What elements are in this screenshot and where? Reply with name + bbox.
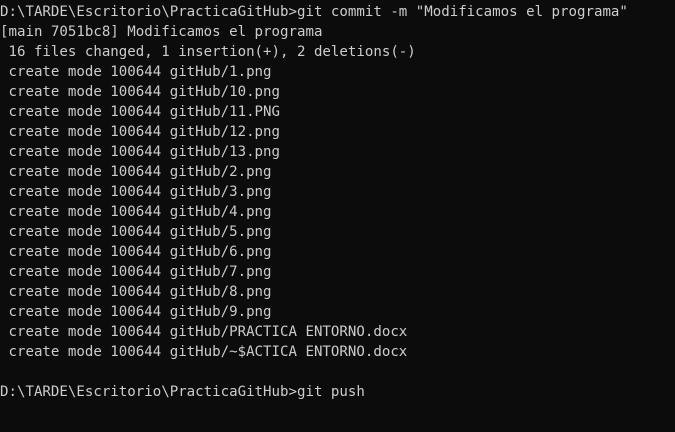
command-line[interactable]: D:\TARDE\Escritorio\PracticaGitHub>git p… xyxy=(0,382,675,402)
output-line: create mode 100644 gitHub/8.png xyxy=(0,284,272,300)
output-line: create mode 100644 gitHub/10.png xyxy=(0,84,281,100)
output-line: [main 7051bc8] Modificamos el programa xyxy=(0,24,323,40)
output-line: create mode 100644 gitHub/2.png xyxy=(0,164,272,180)
output-line: 16 files changed, 1 insertion(+), 2 dele… xyxy=(0,44,416,60)
output-line: create mode 100644 gitHub/1.png xyxy=(0,64,272,80)
output-line: create mode 100644 gitHub/4.png xyxy=(0,204,272,220)
output-line: create mode 100644 gitHub/3.png xyxy=(0,184,272,200)
output-line: create mode 100644 gitHub/9.png xyxy=(0,304,272,320)
output-line: create mode 100644 gitHub/5.png xyxy=(0,224,272,240)
output-line: create mode 100644 gitHub/PRACTICA ENTOR… xyxy=(0,324,408,340)
output-line: create mode 100644 gitHub/13.png xyxy=(0,144,281,160)
terminal-window[interactable]: D:\TARDE\Escritorio\PracticaGitHub>git c… xyxy=(0,0,675,432)
output-line: create mode 100644 gitHub/7.png xyxy=(0,264,272,280)
command-line: D:\TARDE\Escritorio\PracticaGitHub>git c… xyxy=(0,4,628,20)
output-line: create mode 100644 gitHub/11.PNG xyxy=(0,104,281,120)
output-line: create mode 100644 gitHub/12.png xyxy=(0,124,281,140)
output-line: create mode 100644 gitHub/6.png xyxy=(0,244,272,260)
output-line: create mode 100644 gitHub/~$ACTICA ENTOR… xyxy=(0,344,408,360)
